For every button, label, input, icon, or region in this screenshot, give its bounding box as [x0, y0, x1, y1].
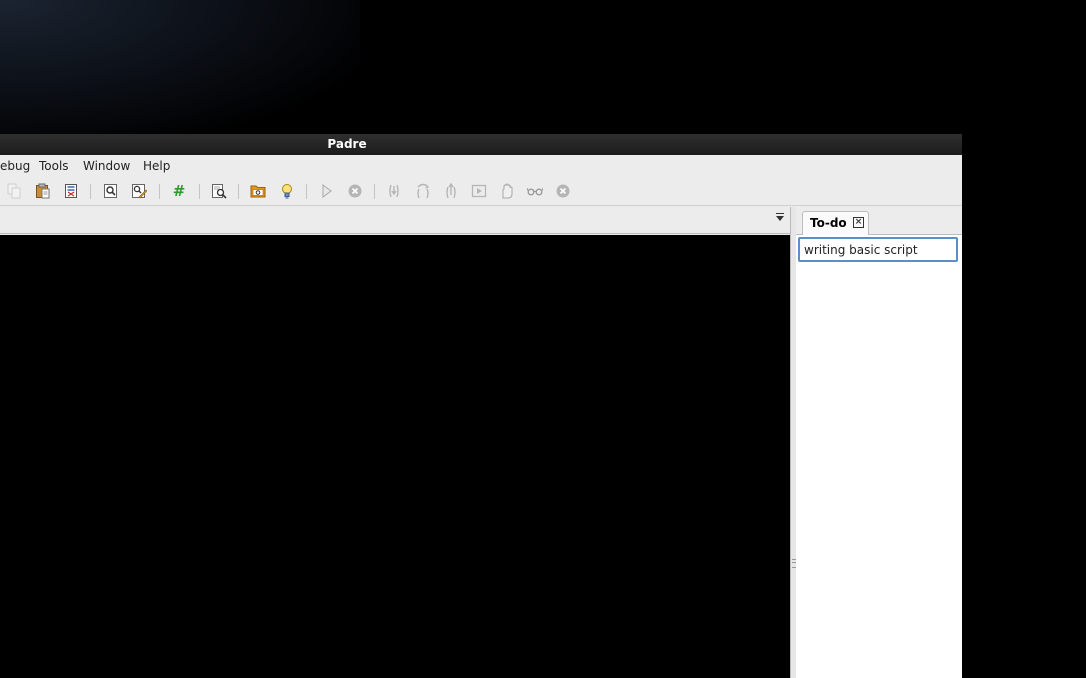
comment-icon[interactable]: # — [171, 182, 187, 200]
quit-debugger-icon[interactable] — [555, 183, 571, 199]
toolbar-separator — [159, 184, 160, 199]
run-icon[interactable] — [319, 183, 335, 199]
menu-help[interactable]: Help — [143, 159, 170, 173]
todo-panel: To-do × — [796, 207, 962, 678]
toolbar-separator — [374, 184, 375, 199]
step-out-icon[interactable] — [443, 183, 459, 199]
select-all-icon[interactable] — [63, 183, 79, 199]
window-titlebar[interactable]: Padre — [0, 134, 962, 155]
desktop-background — [0, 0, 360, 140]
run-till-breakpoint-icon[interactable] — [471, 183, 487, 199]
toolbar-separator — [199, 184, 200, 199]
toolbar: # — [0, 178, 962, 206]
panel-tab-bar: To-do × — [796, 207, 962, 235]
padre-window: Padre ebug Tools Window Help # To-do × w… — [0, 134, 962, 678]
watch-icon[interactable] — [527, 183, 543, 199]
step-over-icon[interactable] — [415, 183, 431, 199]
menu-debug[interactable]: ebug — [0, 159, 30, 173]
tab-list-dropdown-icon[interactable] — [776, 213, 784, 221]
menu-window[interactable]: Window — [83, 159, 130, 173]
window-title: Padre — [327, 137, 367, 151]
menu-bar: ebug Tools Window Help — [0, 155, 962, 178]
copy-icon[interactable] — [6, 183, 22, 199]
search-in-files-icon[interactable] — [211, 183, 227, 199]
paste-icon[interactable] — [35, 183, 51, 199]
editor-area[interactable] — [0, 235, 790, 678]
idea-icon[interactable] — [279, 183, 295, 199]
tab-todo[interactable]: To-do × — [802, 211, 869, 235]
toolbar-separator — [90, 184, 91, 199]
open-folder-icon[interactable] — [250, 183, 266, 199]
editor-tab-bar — [0, 207, 790, 234]
close-icon[interactable]: × — [853, 217, 864, 228]
breakpoint-hand-icon[interactable] — [499, 183, 515, 199]
tab-todo-label: To-do — [810, 216, 847, 230]
replace-icon[interactable] — [131, 183, 147, 199]
toolbar-separator — [306, 184, 307, 199]
toolbar-separator — [238, 184, 239, 199]
todo-filter-input[interactable] — [798, 237, 958, 262]
step-in-icon[interactable] — [386, 183, 402, 199]
find-icon[interactable] — [103, 183, 119, 199]
menu-tools[interactable]: Tools — [39, 159, 69, 173]
stop-icon[interactable] — [347, 183, 363, 199]
